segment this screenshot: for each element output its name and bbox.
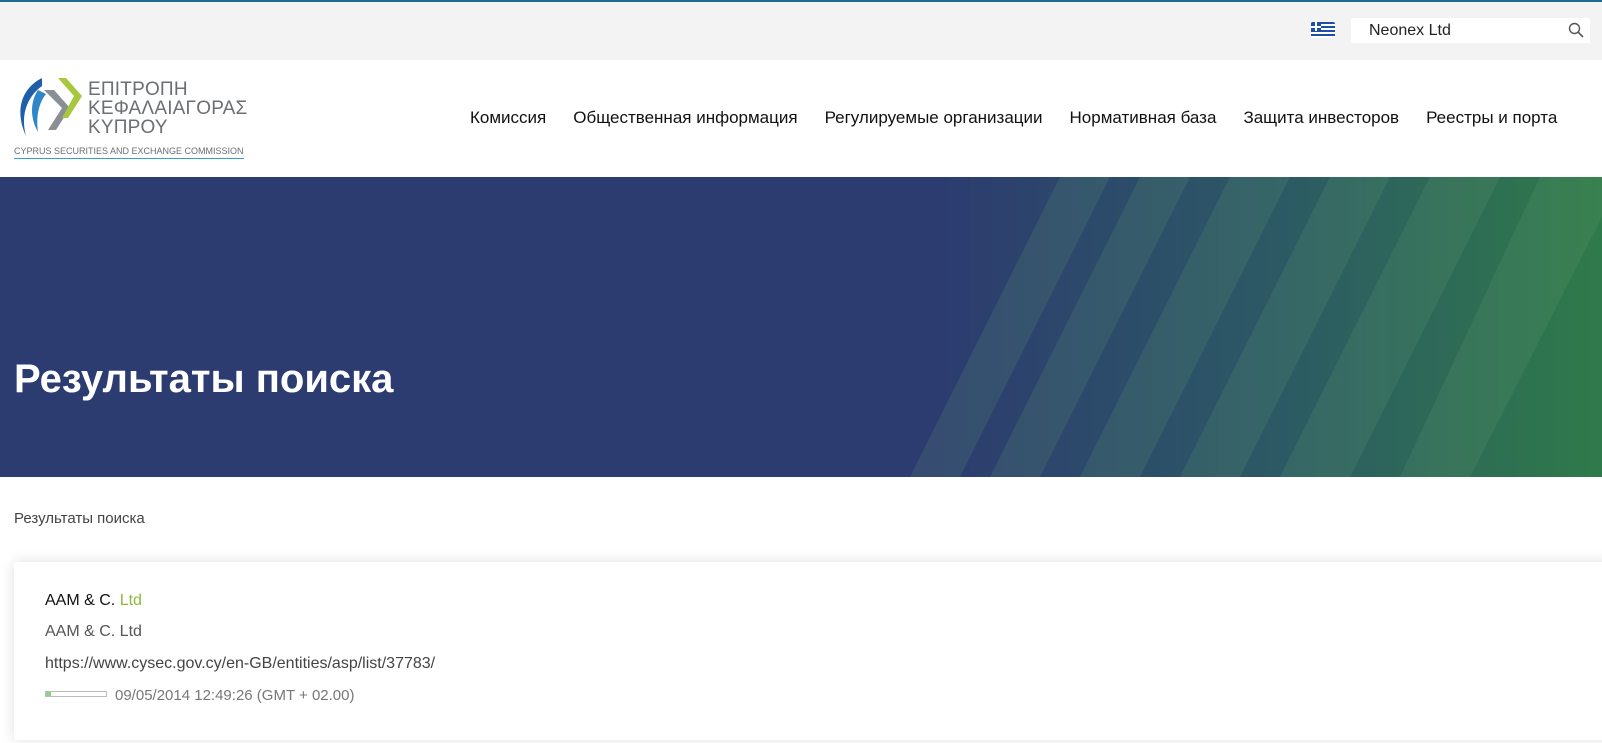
greek-flag-icon[interactable]: [1311, 22, 1335, 38]
result-date: 09/05/2014 12:49:26 (GMT + 02.00): [115, 687, 355, 704]
top-bar: [0, 0, 1602, 60]
hero-background: [0, 177, 1602, 477]
nav-item-legal-framework[interactable]: Нормативная база: [1070, 108, 1217, 128]
main-navigation: Комиссия Общественная информация Регулир…: [470, 108, 1584, 128]
logo-mark-icon: [20, 78, 82, 136]
logo-line-3: ΚΥΠΡΟΥ: [88, 117, 168, 138]
page-title: Результаты поиска: [14, 357, 394, 401]
result-url[interactable]: https://www.cysec.gov.cy/en-GB/entities/…: [45, 655, 435, 673]
breadcrumb: Результаты поиска: [14, 510, 145, 527]
search-icon[interactable]: [1568, 22, 1584, 38]
cysec-logo[interactable]: ΕΠΙΤΡΟΠΗ ΚΕΦΑΛΑΙΑΓΟΡΑΣ ΚΥΠΡΟΥ CYPRUS SEC…: [14, 76, 254, 162]
result-description: AAM & C. Ltd: [45, 623, 142, 640]
site-header: ΕΠΙΤΡΟΠΗ ΚΕΦΑΛΑΙΑΓΟΡΑΣ ΚΥΠΡΟΥ CYPRUS SEC…: [0, 60, 1602, 177]
nav-item-commission[interactable]: Комиссия: [470, 108, 546, 128]
site-search: [1351, 18, 1590, 43]
nav-item-registers-portals[interactable]: Реестры и порта: [1426, 108, 1557, 128]
nav-item-investor-protection[interactable]: Защита инвесторов: [1243, 108, 1399, 128]
logo-line-1: ΕΠΙΤΡΟΠΗ: [88, 79, 188, 100]
result-title-highlight: Ltd: [119, 592, 142, 609]
logo-line-2: ΚΕΦΑΛΑΙΑΓΟΡΑΣ: [88, 98, 248, 119]
nav-item-public-information[interactable]: Общественная информация: [573, 108, 797, 128]
search-result-item: AAM & C. Ltd AAM & C. Ltd https://www.cy…: [14, 562, 1602, 740]
relevance-bar-fill: [46, 692, 51, 696]
logo-subtitle: CYPRUS SECURITIES AND EXCHANGE COMMISSIO…: [14, 146, 244, 159]
logo-wordmark: ΕΠΙΤΡΟΠΗ ΚΕΦΑΛΑΙΑΓΟΡΑΣ ΚΥΠΡΟΥ: [88, 80, 247, 137]
relevance-bar: [45, 691, 107, 697]
result-title-text: AAM & C.: [45, 592, 116, 609]
top-accent-strip: [0, 0, 1602, 2]
search-input[interactable]: [1369, 20, 1559, 41]
hero-banner: Результаты поиска: [0, 177, 1602, 477]
result-title-link[interactable]: AAM & C. Ltd: [45, 592, 142, 610]
nav-item-regulated-entities[interactable]: Регулируемые организации: [825, 108, 1043, 128]
